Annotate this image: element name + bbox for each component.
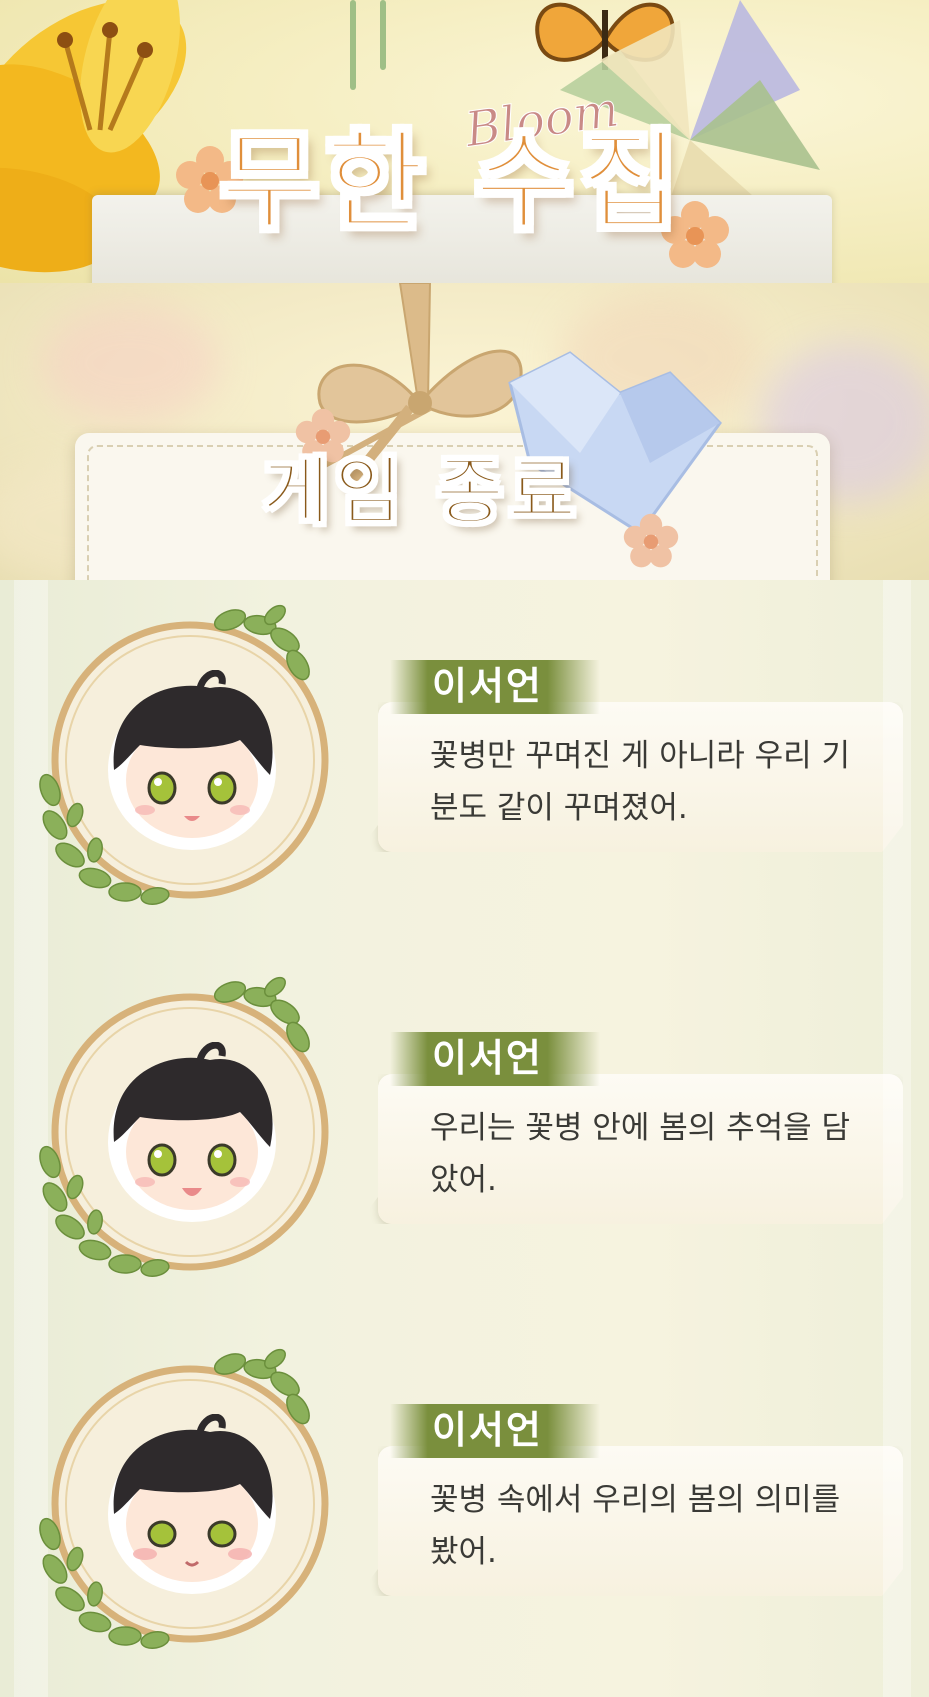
speaker-name-tag: 이서언: [390, 1032, 600, 1086]
character-avatar-icon: [108, 1414, 276, 1594]
character-avatar-icon: [108, 670, 276, 850]
dialogue-row: 이서언 꽃병 속에서 우리의 봄의 의미를 봤어.: [0, 1324, 929, 1697]
dialogue-row: 이서언 우리는 꽃병 안에 봄의 추억을 담았어.: [0, 952, 929, 1324]
speaker-name-tag: 이서언: [390, 1404, 600, 1458]
character-avatar-icon: [108, 1042, 276, 1222]
dialogue-row: 이서언 꽃병만 꾸며진 게 아니라 우리 기분도 같이 꾸며졌어.: [0, 580, 929, 952]
flower-icon: [623, 513, 679, 568]
app-title: 무한 수집: [218, 95, 685, 251]
dialogue-list: 이서언 꽃병만 꾸며진 게 아니라 우리 기분도 같이 꾸며졌어. 이서언 우리…: [0, 580, 929, 1697]
dialogue-text: 꽃병만 꾸며진 게 아니라 우리 기분도 같이 꾸며졌어.: [430, 738, 851, 826]
stem-decoration: [380, 0, 386, 70]
header-banner: Bloom 무한 수집: [0, 0, 929, 283]
stem-decoration: [350, 0, 356, 90]
dialogue-text: 우리는 꽃병 안에 봄의 추억을 담았어.: [430, 1110, 851, 1198]
dialogue-text: 꽃병 속에서 우리의 봄의 의미를 봤어.: [430, 1482, 841, 1570]
speaker-name-tag: 이서언: [390, 660, 600, 714]
game-over-title: 게임 종료: [261, 448, 581, 536]
